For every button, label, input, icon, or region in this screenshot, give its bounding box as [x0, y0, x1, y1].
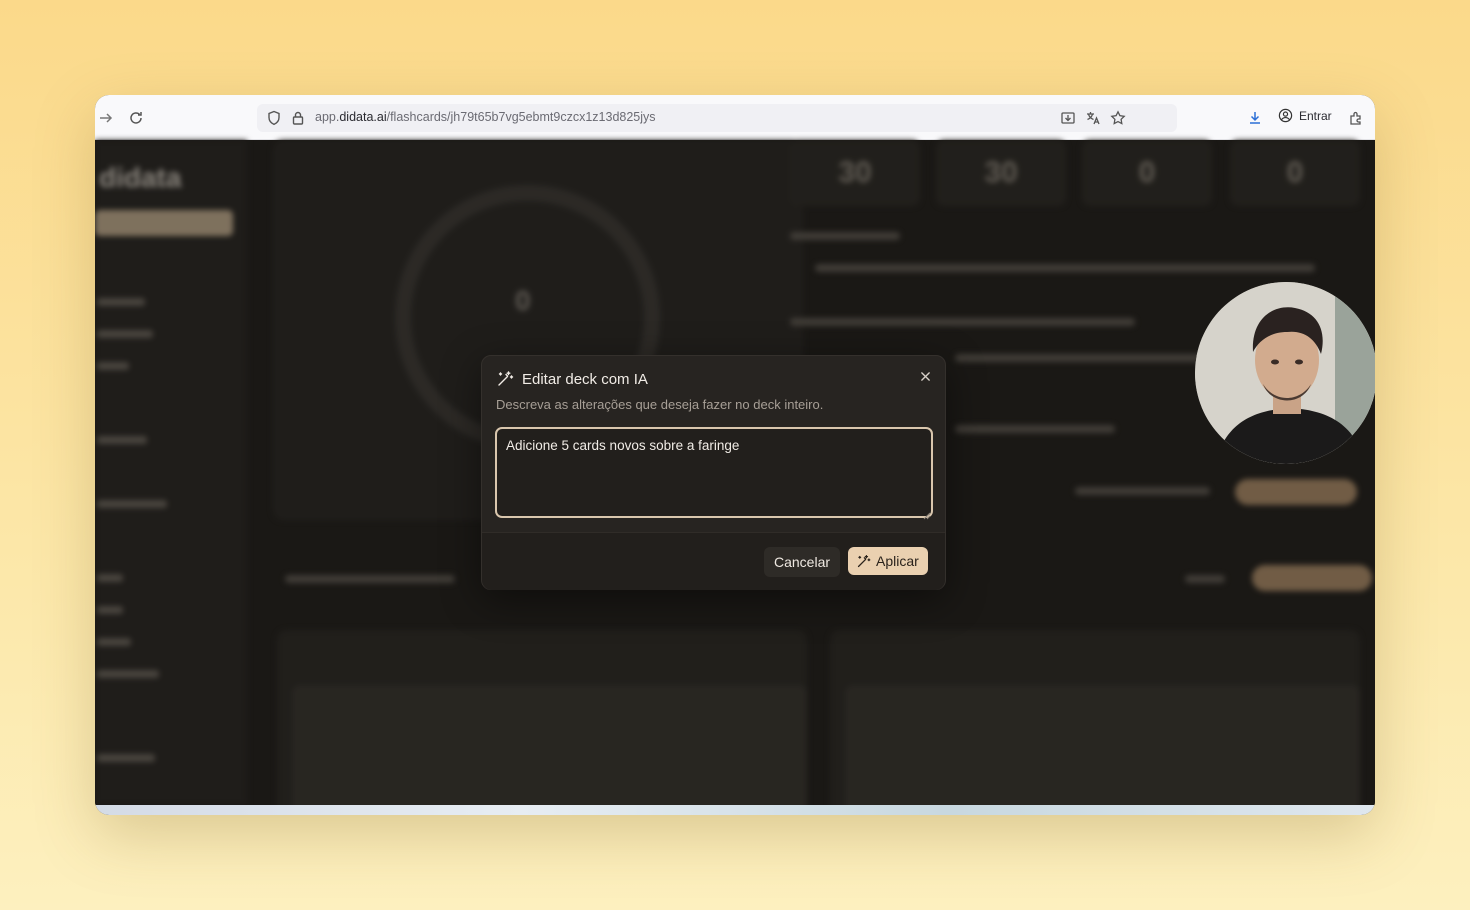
magic-wand-icon — [496, 370, 514, 388]
url-domain: didata.ai — [339, 110, 387, 124]
webcam-overlay — [1195, 282, 1375, 464]
browser-window: app.didata.ai/flashcards/jh79t65b7vg5ebm… — [95, 95, 1375, 815]
cancel-button[interactable]: Cancelar — [764, 547, 841, 577]
magic-wand-icon — [856, 554, 871, 569]
close-icon[interactable] — [917, 368, 933, 384]
taskbar-strip — [95, 805, 1375, 815]
signin-label: Entrar — [1299, 108, 1332, 123]
url-text[interactable]: app.didata.ai/flashcards/jh79t65b7vg5ebm… — [315, 110, 656, 124]
lock-icon[interactable] — [287, 107, 309, 129]
instructions-textarea[interactable]: Adicione 5 cards novos sobre a faringe — [495, 427, 933, 518]
extensions-icon[interactable] — [1345, 107, 1367, 129]
url-prefix: app. — [315, 110, 340, 124]
dialog-description: Descreva as alterações que deseja fazer … — [496, 397, 824, 412]
shield-icon[interactable] — [263, 107, 285, 129]
browser-toolbar: app.didata.ai/flashcards/jh79t65b7vg5ebm… — [95, 95, 1375, 140]
apply-label: Aplicar — [876, 553, 919, 569]
edit-deck-dialog: Editar deck com IA Descreva as alteraçõe… — [481, 355, 946, 590]
account-icon — [1278, 108, 1293, 123]
bookmark-star-icon[interactable] — [1107, 107, 1129, 129]
url-bar[interactable]: app.didata.ai/flashcards/jh79t65b7vg5ebm… — [257, 104, 1177, 132]
url-path: /flashcards/jh79t65b7vg5ebmt9czcx1z13d82… — [386, 110, 656, 124]
dialog-footer: Cancelar Aplicar — [482, 532, 945, 590]
download-icon[interactable] — [1244, 107, 1266, 129]
reload-icon[interactable] — [125, 107, 147, 129]
apply-button[interactable]: Aplicar — [848, 547, 928, 575]
dialog-header: Editar deck com IA — [496, 370, 648, 388]
person-avatar-icon — [1195, 282, 1375, 464]
signin-button[interactable]: Entrar — [1278, 108, 1332, 123]
dialog-title: Editar deck com IA — [522, 370, 648, 388]
forward-icon[interactable] — [95, 107, 117, 129]
install-app-icon[interactable] — [1057, 107, 1079, 129]
resize-handle-icon[interactable] — [923, 507, 931, 520]
translate-icon[interactable] — [1082, 107, 1104, 129]
